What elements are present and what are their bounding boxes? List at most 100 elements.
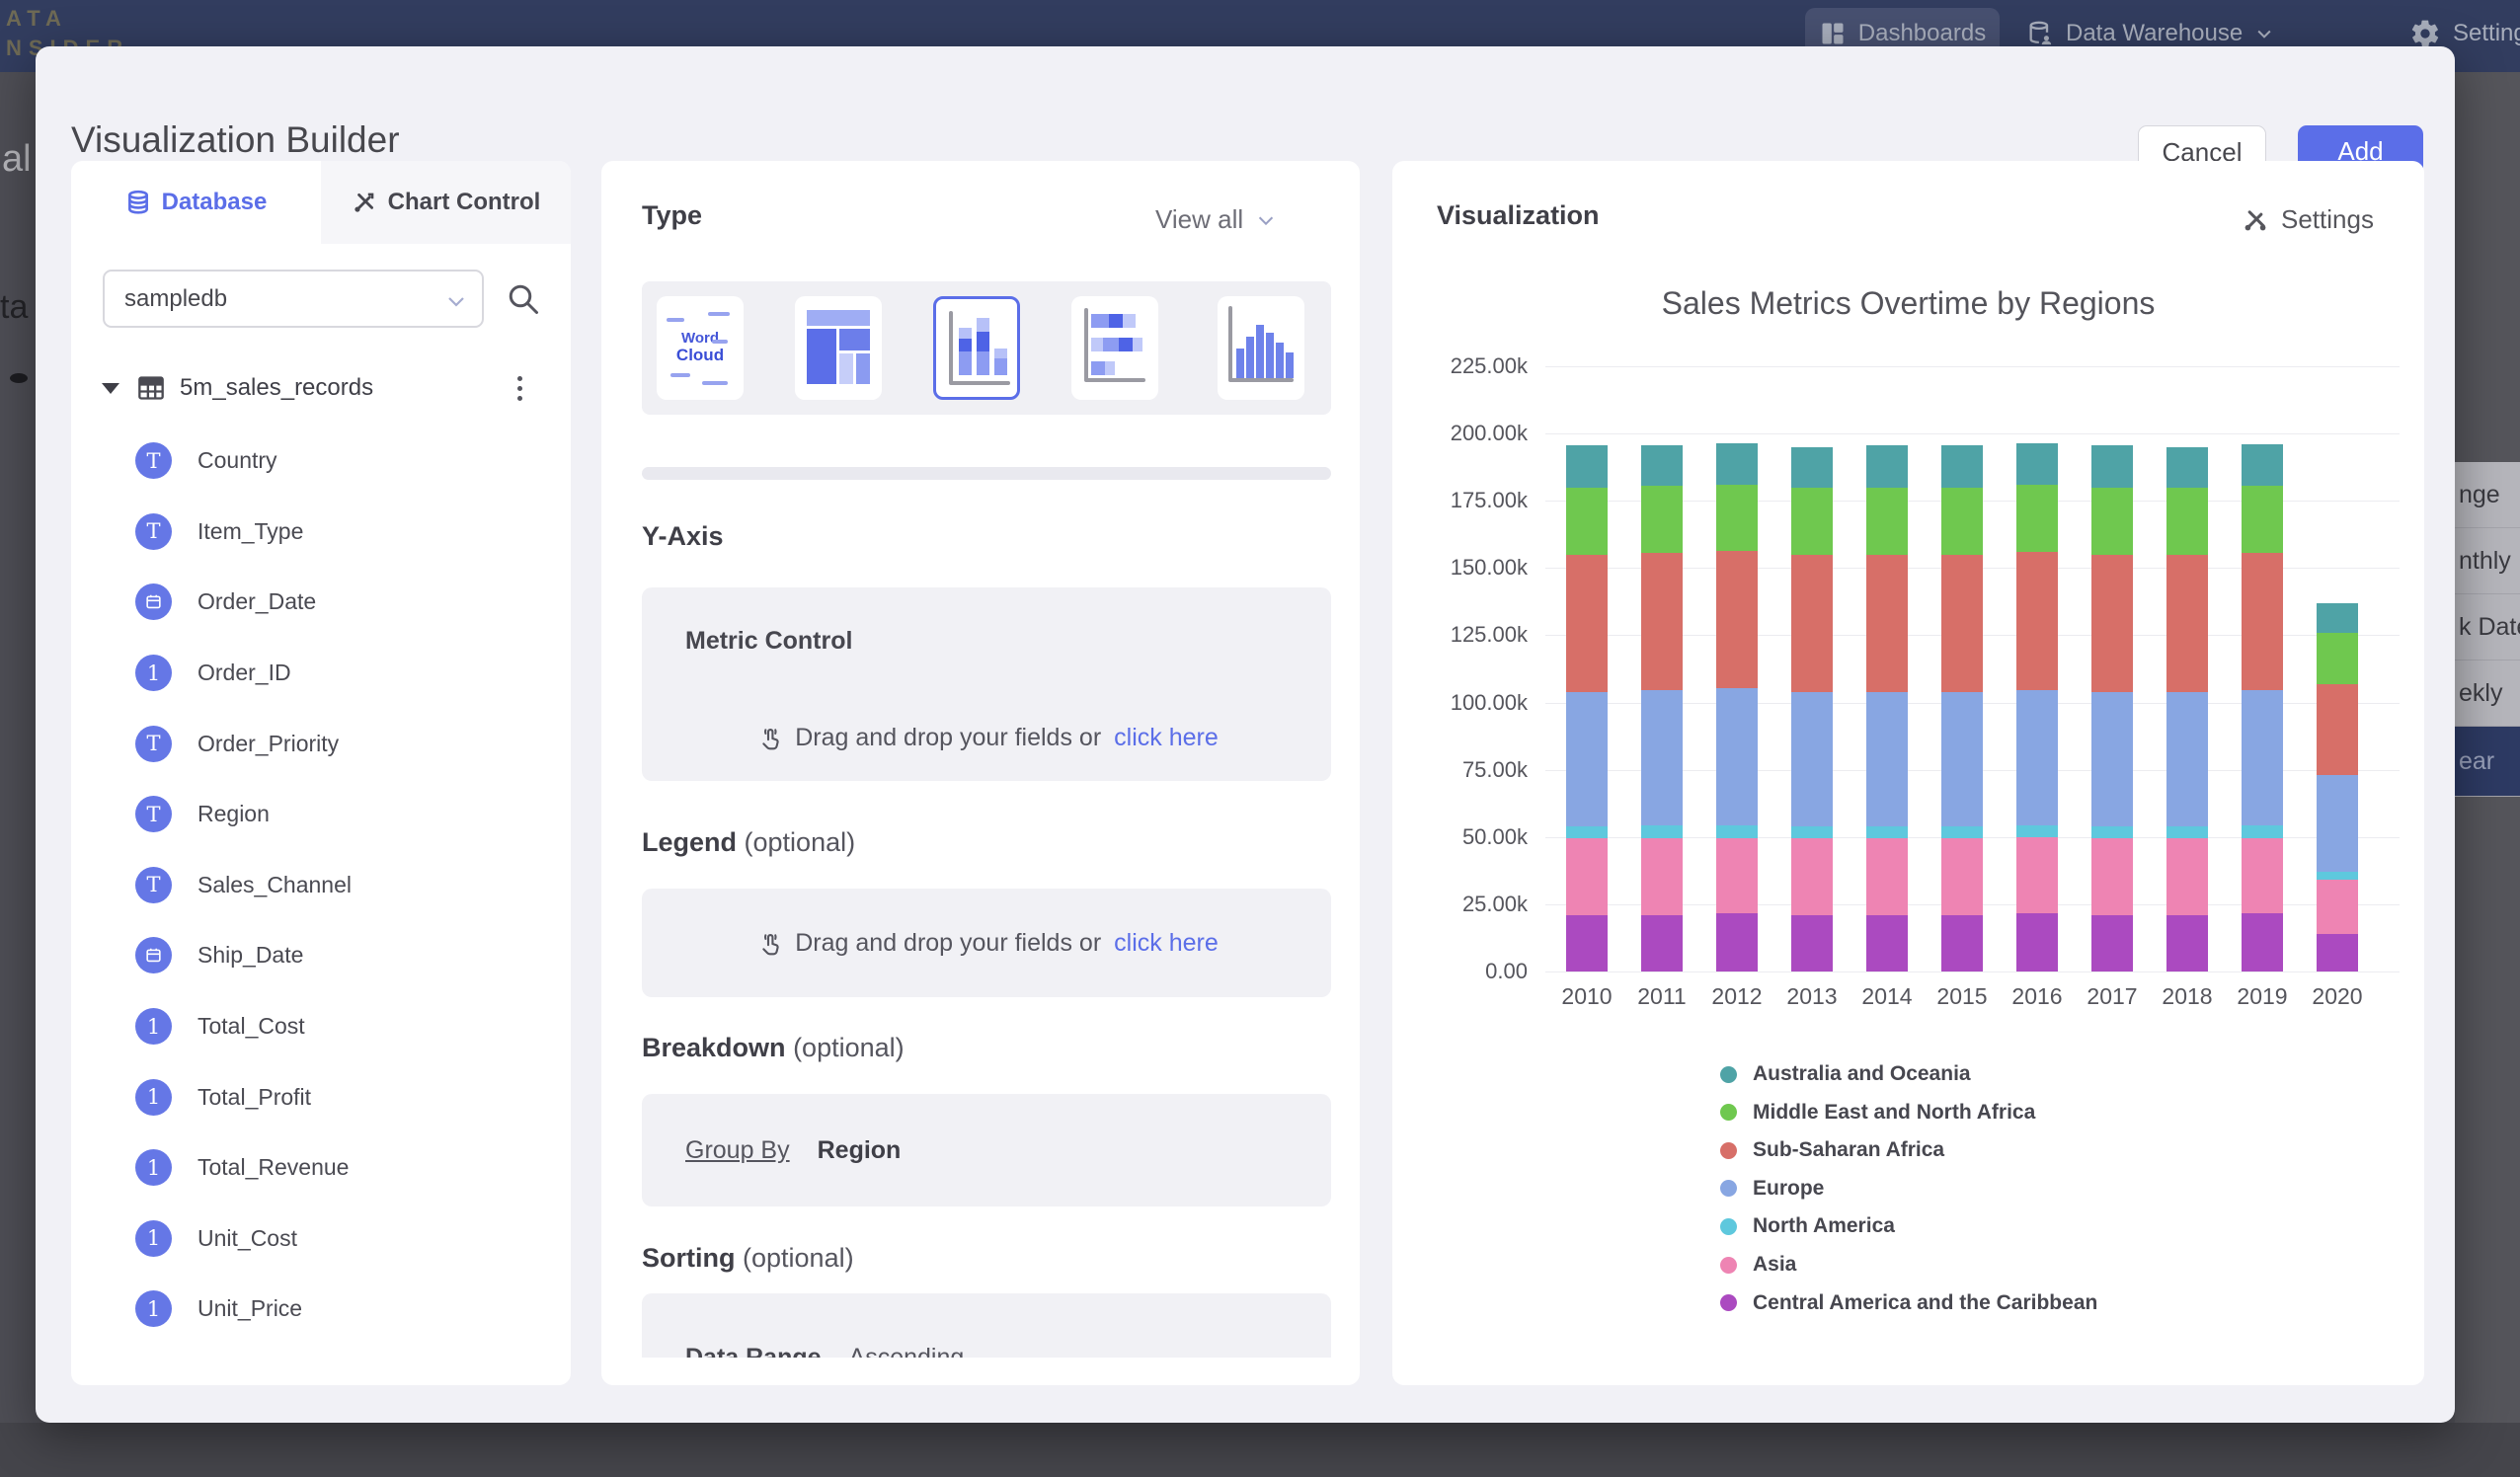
bar-segment[interactable]	[2166, 838, 2208, 915]
stacked-bar-2019[interactable]	[2242, 444, 2283, 972]
bar-segment[interactable]	[2016, 690, 2058, 824]
bar-segment[interactable]	[1566, 555, 1608, 692]
bar-segment[interactable]	[1566, 488, 1608, 555]
table-row-5m-sales-records[interactable]: 5m_sales_records	[71, 364, 571, 412]
bar-segment[interactable]	[2091, 915, 2133, 972]
chart-type-treemap[interactable]	[795, 296, 882, 400]
bar-segment[interactable]	[1866, 555, 1908, 692]
bar-segment[interactable]	[2317, 684, 2358, 776]
database-select[interactable]: sampledb	[103, 270, 484, 328]
chart-type-stacked-column-selected[interactable]	[933, 296, 1020, 400]
bar-segment[interactable]	[1716, 485, 1758, 551]
legend-item[interactable]: Central America and the Caribbean	[1720, 1284, 2097, 1322]
bar-segment[interactable]	[2242, 838, 2283, 913]
bar-segment[interactable]	[1716, 688, 1758, 825]
stacked-bar-2013[interactable]	[1791, 447, 1833, 972]
stacked-bar-2012[interactable]	[1716, 443, 1758, 972]
bar-segment[interactable]	[1791, 915, 1833, 972]
sorting-field-label[interactable]: Data Range	[685, 1344, 822, 1359]
bar-segment[interactable]	[2091, 838, 2133, 915]
bar-segment[interactable]	[2166, 692, 2208, 826]
breakdown-dropzone[interactable]: Group By Region	[642, 1094, 1331, 1206]
bar-segment[interactable]	[1566, 692, 1608, 826]
bar-segment[interactable]	[1791, 488, 1833, 555]
bar-segment[interactable]	[1791, 838, 1833, 915]
legend-item[interactable]: North America	[1720, 1207, 1895, 1245]
bar-segment[interactable]	[2166, 447, 2208, 488]
metric-control-dropzone[interactable]: Metric Control Drag and drop your fields…	[642, 587, 1331, 781]
bar-segment[interactable]	[1941, 838, 1983, 915]
bar-segment[interactable]	[2242, 444, 2283, 486]
field-item-order_id[interactable]: 1Order_ID	[71, 638, 571, 709]
field-item-total_cost[interactable]: 1Total_Cost	[71, 991, 571, 1062]
bar-segment[interactable]	[2091, 555, 2133, 692]
bar-segment[interactable]	[1716, 551, 1758, 688]
bar-segment[interactable]	[1641, 445, 1683, 486]
field-item-region[interactable]: TRegion	[71, 779, 571, 850]
field-item-order_priority[interactable]: TOrder_Priority	[71, 708, 571, 779]
bar-segment[interactable]	[2317, 934, 2358, 972]
group-by-value[interactable]: Region	[818, 1136, 902, 1165]
bar-segment[interactable]	[2317, 880, 2358, 933]
bar-segment[interactable]	[1791, 826, 1833, 838]
legend-item[interactable]: Australia and Oceania	[1720, 1055, 1971, 1093]
chart-type-stacked-bar[interactable]	[1071, 296, 1158, 400]
bar-segment[interactable]	[2242, 486, 2283, 553]
bar-segment[interactable]	[1791, 447, 1833, 488]
bar-segment[interactable]	[1716, 838, 1758, 913]
kebab-menu-icon[interactable]	[512, 370, 528, 407]
stacked-bar-2018[interactable]	[2166, 447, 2208, 972]
bar-segment[interactable]	[1866, 692, 1908, 826]
bar-segment[interactable]	[2016, 837, 2058, 914]
bar-segment[interactable]	[2317, 603, 2358, 633]
bar-segment[interactable]	[2166, 826, 2208, 838]
bar-segment[interactable]	[1866, 826, 1908, 838]
stacked-bar-2017[interactable]	[2091, 445, 2133, 972]
chart-type-histogram[interactable]	[1218, 296, 1304, 400]
sorting-dropzone[interactable]: Data Range Ascending	[642, 1293, 1331, 1358]
bar-segment[interactable]	[2166, 915, 2208, 972]
legend-item[interactable]: Asia	[1720, 1246, 1796, 1283]
legend-item[interactable]: Middle East and North Africa	[1720, 1094, 2035, 1131]
bar-segment[interactable]	[1866, 838, 1908, 915]
legend-item[interactable]: Sub-Saharan Africa	[1720, 1131, 1944, 1169]
field-item-unit_price[interactable]: 1Unit_Price	[71, 1274, 571, 1345]
bar-segment[interactable]	[1866, 445, 1908, 487]
sorting-order-value[interactable]: Ascending	[849, 1344, 965, 1359]
bar-segment[interactable]	[2091, 488, 2133, 555]
field-item-sales_channel[interactable]: TSales_Channel	[71, 850, 571, 921]
bar-segment[interactable]	[1791, 555, 1833, 692]
bar-segment[interactable]	[1791, 692, 1833, 826]
field-item-unit_cost[interactable]: 1Unit_Cost	[71, 1204, 571, 1275]
bar-segment[interactable]	[2016, 485, 2058, 552]
bar-segment[interactable]	[1941, 445, 1983, 487]
bar-segment[interactable]	[2091, 692, 2133, 826]
group-by-label[interactable]: Group By	[685, 1136, 790, 1165]
bar-segment[interactable]	[1941, 826, 1983, 838]
legend-item[interactable]: Europe	[1720, 1170, 1824, 1207]
field-item-order_date[interactable]: Order_Date	[71, 567, 571, 638]
bar-segment[interactable]	[1566, 445, 1608, 487]
bar-segment[interactable]	[1641, 915, 1683, 972]
bar-segment[interactable]	[2091, 826, 2133, 838]
view-all-dropdown[interactable]: View all	[1155, 204, 1277, 235]
bar-segment[interactable]	[1641, 553, 1683, 690]
stacked-bar-2010[interactable]	[1566, 445, 1608, 972]
bar-segment[interactable]	[1941, 555, 1983, 692]
field-item-country[interactable]: TCountry	[71, 426, 571, 497]
stacked-bar-2015[interactable]	[1941, 445, 1983, 972]
bar-segment[interactable]	[2242, 825, 2283, 839]
bar-segment[interactable]	[1641, 690, 1683, 824]
tab-database[interactable]: Database	[71, 161, 321, 244]
bar-segment[interactable]	[2016, 913, 2058, 972]
bar-segment[interactable]	[1866, 915, 1908, 972]
bar-segment[interactable]	[2242, 553, 2283, 690]
bar-segment[interactable]	[2016, 825, 2058, 837]
stacked-bar-2020[interactable]	[2317, 603, 2358, 972]
bar-segment[interactable]	[1866, 488, 1908, 555]
bar-segment[interactable]	[1716, 443, 1758, 485]
bar-segment[interactable]	[1716, 913, 1758, 972]
stacked-bar-2014[interactable]	[1866, 445, 1908, 972]
tab-chart-control[interactable]: Chart Control	[321, 161, 571, 244]
search-icon[interactable]	[506, 281, 541, 317]
